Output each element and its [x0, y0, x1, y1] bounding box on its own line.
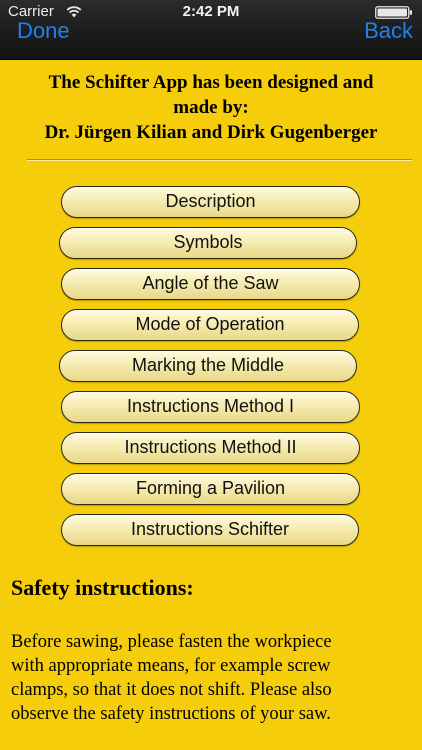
- header-divider: [27, 159, 412, 161]
- angle-of-the-saw-button[interactable]: Angle of the Saw: [61, 268, 360, 300]
- back-button[interactable]: Back: [364, 18, 413, 44]
- credits-heading: The Schifter App has been designed and m…: [10, 70, 412, 145]
- safety-line: with appropriate means, for example scre…: [11, 656, 331, 676]
- instructions-schifter-button[interactable]: Instructions Schifter: [61, 514, 359, 546]
- mode-of-operation-button[interactable]: Mode of Operation: [61, 309, 359, 341]
- done-button[interactable]: Done: [17, 18, 70, 44]
- safety-line: observe the safety instructions of your …: [11, 704, 331, 724]
- forming-a-pavilion-button[interactable]: Forming a Pavilion: [61, 473, 360, 505]
- description-button[interactable]: Description: [61, 186, 360, 218]
- credits-line: made by:: [173, 97, 249, 118]
- symbols-button[interactable]: Symbols: [59, 227, 357, 259]
- safety-text: Before sawing, please fasten the workpie…: [11, 630, 416, 726]
- credits-line: The Schifter App has been designed and: [48, 72, 374, 93]
- instructions-method-2-button[interactable]: Instructions Method II: [61, 432, 360, 464]
- navigation-bar: Carrier 2:42 PM Done Back: [0, 0, 422, 60]
- safety-line: Before sawing, please fasten the workpie…: [11, 632, 332, 652]
- credits-line: Dr. Jürgen Kilian and Dirk Gugenberger: [44, 122, 378, 143]
- marking-the-middle-button[interactable]: Marking the Middle: [59, 350, 357, 382]
- instructions-method-1-button[interactable]: Instructions Method I: [61, 391, 360, 423]
- safety-title: Safety instructions:: [11, 575, 194, 600]
- safety-line: clamps, so that it does not shift. Pleas…: [11, 680, 332, 700]
